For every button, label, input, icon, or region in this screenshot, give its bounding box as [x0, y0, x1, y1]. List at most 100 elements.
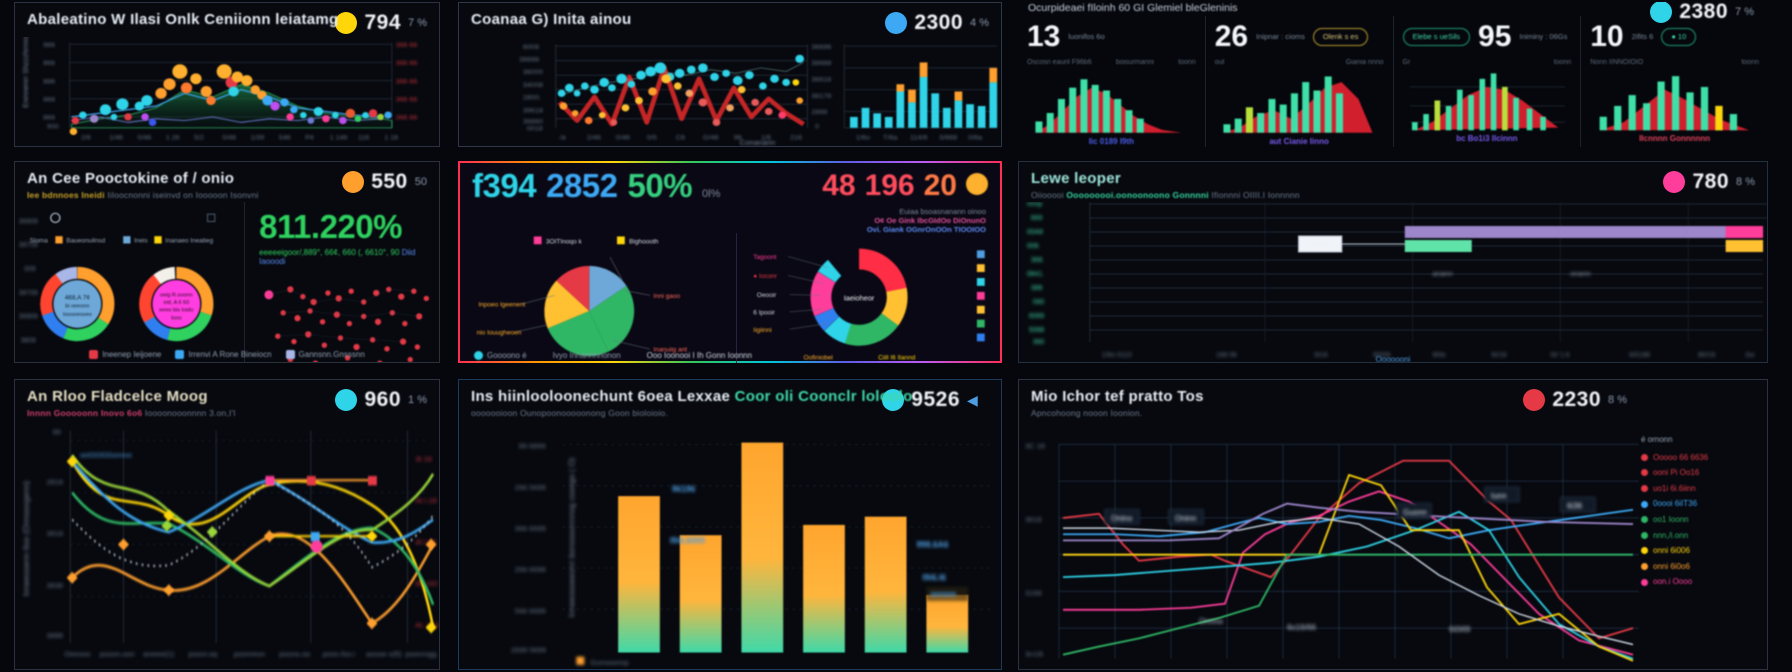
- status-dot: [885, 12, 908, 34]
- kpi-value: 780: [1692, 170, 1730, 193]
- panel-header: Ins hiinlooloonechunt 6oea Lexxae Coor o…: [459, 380, 1001, 420]
- kpi-card[interactable]: 13 luonifos 6o Oscosn eauril F96b6 boisu…: [1018, 16, 1206, 147]
- kpi-delta: 7 %: [408, 17, 427, 29]
- panel-kpi-strip: Ocurpideaei fIloinh 60 GI Glemiel bleGle…: [1018, 2, 1768, 147]
- svg-text:ooIOOIOGonnvo: ooIOOIOGonnvo: [80, 451, 132, 459]
- kpi-card-pill[interactable]: Elebe s ueSils: [1402, 28, 1471, 46]
- kpi-card-list: 13 luonifos 6o Oscosn eauril F96b6 boisu…: [1018, 16, 1768, 147]
- panel-subtitle-b: Iiloocnonni iseinvd on Iooooon Isonvni: [107, 190, 259, 200]
- svg-text:bi oeeonn: bi oeeonn: [65, 304, 89, 310]
- svg-text:566 6699: 566 6699: [515, 606, 546, 615]
- svg-text:T/6a: T/6a: [883, 135, 898, 142]
- kpi-card[interactable]: Elebe s ueSils 95 Iniminy : 06Gs Gr toon…: [1394, 16, 1582, 147]
- kpi-card-meta-left: Nonn IINNOIOIO: [1590, 59, 1644, 66]
- svg-text:366 66: 366 66: [396, 60, 418, 67]
- kpi-delta: 50: [414, 176, 427, 188]
- svg-text:99: 99: [52, 427, 60, 436]
- svg-text:36909: 36909: [19, 218, 38, 225]
- kpi-badge: 550 50: [342, 170, 427, 194]
- sparkline-chart: [1403, 68, 1572, 133]
- legend-item[interactable]: onni 6i006: [1641, 543, 1761, 559]
- svg-text:34008: 34008: [523, 82, 543, 89]
- svg-text:3C 18: 3C 18: [1025, 441, 1045, 450]
- svg-text:● Ioconr: ● Ioconr: [753, 273, 778, 280]
- svg-text:Iaeioheor: Iaeioheor: [844, 294, 875, 303]
- svg-text:1 26: 1 26: [166, 135, 180, 142]
- legend-item[interactable]: 0oooi 6iIT36: [1641, 496, 1761, 512]
- panel-bottom-left: An Rloo Fladcelce Moog Innnn Gooooonn In…: [14, 379, 440, 670]
- x-axis-title: Ooooooni: [1375, 355, 1411, 363]
- svg-text:6 Ipooir: 6 Ipooir: [753, 309, 776, 316]
- panel-title: An Rloo Fladcelce Moog: [27, 388, 208, 405]
- svg-text:0/46: 0/46: [137, 135, 151, 142]
- legend-item: Ineenep Ieijoene: [89, 350, 161, 359]
- svg-text:aoooe o(ft): aoooe o(ft): [366, 649, 402, 658]
- kpi-card-meta-right: boisurmanni: [1115, 59, 1154, 66]
- pie-chart: 3OITInoqo k Bighoooth Inni gaoo Inanuiig…: [458, 233, 738, 363]
- kpi-card-value: 10: [1590, 20, 1624, 53]
- svg-text:Tagoont: Tagoont: [753, 254, 776, 261]
- legend-label: onni 6i0o6: [1653, 561, 1690, 571]
- svg-text:Guonn: Guonn: [1403, 508, 1427, 517]
- status-dot: [335, 389, 358, 411]
- hero-right-1: 48: [822, 169, 856, 202]
- panel-subtitle: Apncohoong nooon Ioonion.: [1031, 408, 1143, 418]
- panel-top-left: Abaleatino W Ilasi Onlk Ceniionn leiatam…: [14, 2, 440, 147]
- kpi-card-meta-far: toonn: [1741, 59, 1759, 66]
- panel-mid-mid: f394 2852 50% 0l% 48 196 20 Euiaa bsoasn…: [458, 161, 1002, 363]
- kpi-card[interactable]: 26 Inipnar : cioms Olenk s es out Giania…: [1206, 16, 1394, 147]
- kpi-delta: 7 %: [1735, 6, 1754, 18]
- kpi-card-pill[interactable]: ● 10: [1661, 28, 1697, 46]
- svg-text:Iooo: Iooo: [171, 316, 182, 322]
- svg-text:G/46: G/46: [703, 135, 719, 142]
- svg-text:900: 900: [47, 124, 59, 131]
- svg-text:366 66: 366 66: [396, 78, 418, 85]
- pie-section: 3OITInoqo k Bighoooth Inni gaoo Inanuiig…: [458, 233, 1002, 363]
- kpi-card-meta-far: toonn: [1553, 59, 1572, 66]
- svg-text:5068: 5068: [1029, 327, 1044, 334]
- svg-text:3888: 3888: [47, 631, 63, 640]
- kpi-card-unit: luonifos 6o: [1068, 31, 1105, 41]
- svg-text:0/6a: 0/6a: [968, 135, 982, 142]
- panel-header: Coanaa G) Inita ainou 2300 4 %: [459, 3, 1001, 37]
- legend-item: Goooono é: [474, 351, 527, 360]
- sparkline-chart: [1590, 68, 1759, 133]
- legend-item[interactable]: oon.i Oooo: [1641, 574, 1761, 590]
- legend-item[interactable]: nnn,/i.onn: [1641, 528, 1761, 544]
- kpi-card[interactable]: 10 2ifits 6 ● 10 Nonn IINNOIOIO toonn II…: [1581, 16, 1768, 147]
- kpi-value: 550: [371, 170, 408, 193]
- svg-text:1/39: 1/39: [251, 135, 265, 142]
- kpi-value: 2230: [1552, 388, 1602, 411]
- panel-subtitle-a: Oiiooooi: [1031, 190, 1064, 200]
- svg-text:216: 216: [790, 135, 802, 142]
- legend-item[interactable]: Ooooo 66 6636: [1641, 450, 1761, 466]
- speaker-icon[interactable]: ◀: [967, 389, 989, 411]
- svg-text:38688: 38688: [811, 60, 831, 67]
- status-dot: [1523, 389, 1546, 411]
- sparkline-chart: [1027, 68, 1196, 136]
- svg-text:116: 116: [358, 135, 369, 142]
- svg-text:366 66: 366 66: [396, 115, 418, 122]
- kpi-badge: 2300 4 %: [885, 11, 989, 35]
- hero-sub-a: Euiaa bsoasnanann oinoo: [899, 207, 986, 216]
- footer-mid: Ivyo Innannnnonon: [552, 351, 621, 360]
- svg-text:0018: 0018: [527, 126, 543, 133]
- svg-text:Enmnenrr Shzzzhrmnsz: Enmnenrr Shzzzhrmnsz: [21, 37, 30, 108]
- bubble-chart: 986 866 886 866 866 900 366 66 366 66 366 66…: [15, 37, 439, 146]
- panel-subtitle: ooooooioon Ounopoonooooonong Goon bioloi…: [471, 408, 668, 418]
- kpi-card-pill[interactable]: Olenk s es: [1312, 28, 1369, 46]
- panel-title-b: Coor oli Coonclr loloolo: [734, 388, 913, 405]
- svg-text:2868: 2868: [811, 109, 827, 116]
- svg-text:36860: 36860: [523, 118, 543, 125]
- svg-text:At I.18: At I.18: [415, 496, 436, 505]
- kpi-card-meta-left: Gr: [1402, 59, 1411, 66]
- svg-text:114/6: 114/6: [910, 135, 928, 142]
- legend-item[interactable]: onni 6i0o6: [1641, 559, 1761, 575]
- legend-item[interactable]: oo1 Ioonn: [1641, 512, 1761, 528]
- legend-item[interactable]: ooni Pi Oo16: [1641, 465, 1761, 481]
- legend-item[interactable]: uo1i 6i.6iinn: [1641, 481, 1761, 497]
- status-dot: [342, 171, 365, 193]
- svg-text:poon.foo.i: poon.foo.i: [323, 649, 356, 658]
- svg-text:Inneeoooeeonn bonoooonnnog coo: Inneeoooeeonn bonoooonnnog cooogo ( O): [567, 457, 576, 617]
- chart-legend: é ornonn Ooooo 66 6636 ooni Pi Oo16 uo1i…: [1641, 432, 1761, 590]
